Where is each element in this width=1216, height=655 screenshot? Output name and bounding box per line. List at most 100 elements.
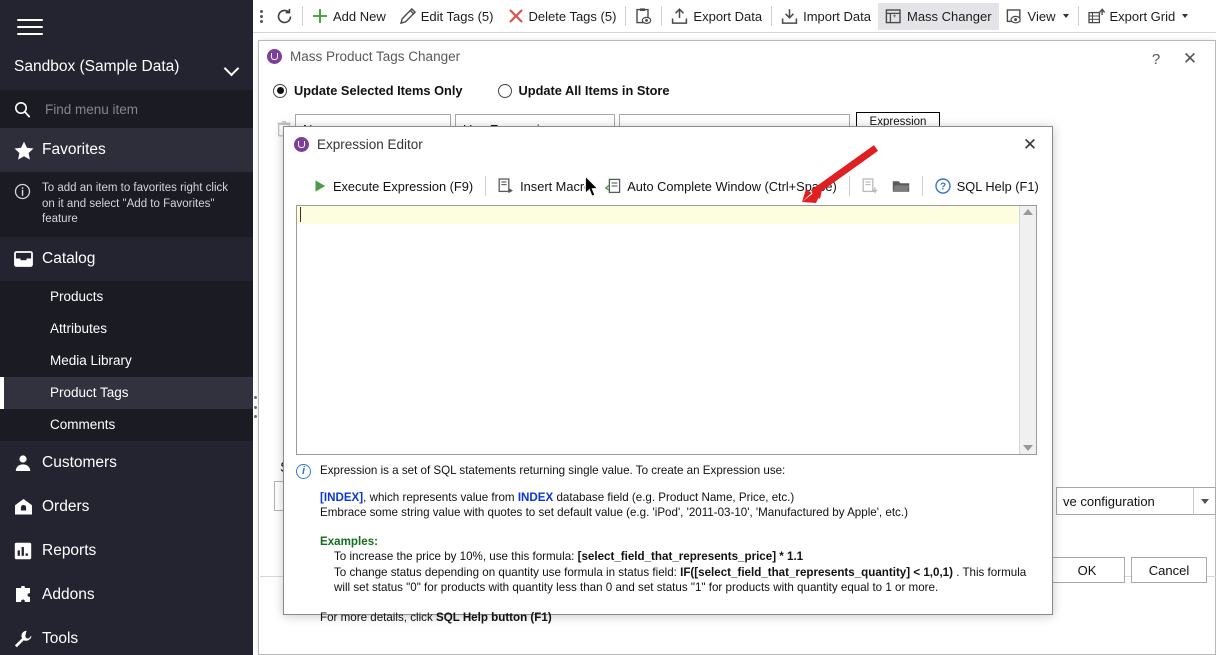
execute-expression-label: Execute Expression (F9) bbox=[333, 179, 473, 194]
view-button[interactable]: View bbox=[999, 3, 1076, 30]
sidebar: Sandbox (Sample Data) Favorites To add a… bbox=[0, 0, 253, 655]
text-caret bbox=[300, 207, 301, 222]
help-line-3: Embrace some string value with quotes to… bbox=[320, 505, 1041, 520]
open-file-button[interactable] bbox=[885, 173, 917, 199]
sidebar-item-product-tags[interactable]: Product Tags bbox=[0, 377, 253, 409]
delete-tags-button[interactable]: Delete Tags (5) bbox=[501, 3, 624, 30]
sidebar-item-tools[interactable]: Tools bbox=[0, 617, 253, 655]
expression-editor-dialog: Expression Editor ✕ Execute Expression (… bbox=[283, 126, 1053, 615]
sidebar-item-addons[interactable]: Addons bbox=[0, 573, 253, 617]
index-token: [INDEX] bbox=[320, 491, 363, 504]
expression-code-editor[interactable] bbox=[296, 205, 1037, 455]
sidebar-item-products[interactable]: Products bbox=[0, 281, 253, 313]
expression-help-text: i Expression is a set of SQL statements … bbox=[296, 463, 1041, 626]
radio-icon-all[interactable] bbox=[498, 84, 512, 98]
import-data-label: Import Data bbox=[803, 9, 871, 24]
sql-help-label: SQL Help (F1) bbox=[957, 179, 1039, 194]
insert-macro-button[interactable]: Insert Macro bbox=[491, 173, 598, 199]
sidebar-resize-handle[interactable] bbox=[254, 396, 259, 418]
sidebar-item-label: Products bbox=[50, 289, 103, 304]
sidebar-item-comments[interactable]: Comments bbox=[0, 409, 253, 441]
help-index-line: [INDEX], which represents value from IND… bbox=[320, 490, 1041, 505]
edit-tags-button[interactable]: Edit Tags (5) bbox=[393, 3, 501, 30]
current-line-highlight bbox=[297, 206, 1019, 224]
chevron-down-icon[interactable] bbox=[1193, 488, 1215, 514]
favorites-hint: To add an item to favorites right click … bbox=[0, 172, 253, 237]
wrench-icon bbox=[14, 630, 42, 648]
edit-tags-label: Edit Tags (5) bbox=[421, 9, 494, 24]
toolbar-separator bbox=[661, 6, 662, 26]
search-input[interactable] bbox=[43, 101, 239, 118]
insert-macro-icon bbox=[498, 178, 514, 194]
radio-update-selected[interactable]: Update Selected Items Only bbox=[273, 83, 463, 98]
import-data-button[interactable]: Import Data bbox=[774, 3, 878, 30]
app-logo-icon bbox=[294, 137, 309, 152]
close-button[interactable]: ✕ bbox=[1179, 49, 1201, 69]
sidebar-item-label: Customers bbox=[42, 454, 117, 472]
scroll-up-icon[interactable] bbox=[1023, 209, 1033, 215]
insert-macro-label: Insert Macro bbox=[520, 179, 591, 194]
scroll-down-icon[interactable] bbox=[1023, 445, 1033, 451]
sidebar-item-label: Tools bbox=[42, 630, 78, 648]
import-icon bbox=[781, 8, 798, 25]
main-area: Add New Edit Tags (5) Delete Tags (5) bbox=[253, 0, 1216, 655]
radio-icon-selected[interactable] bbox=[273, 84, 287, 98]
preview-button[interactable] bbox=[628, 3, 659, 30]
sidebar-item-customers[interactable]: Customers bbox=[0, 441, 253, 485]
store-selector[interactable]: Sandbox (Sample Data) bbox=[0, 48, 253, 86]
sql-help-button[interactable]: ? SQL Help (F1) bbox=[928, 173, 1046, 199]
example-2: To change status depending on quantity u… bbox=[320, 565, 1041, 596]
expression-code-area[interactable] bbox=[297, 206, 1019, 454]
hamburger-menu-icon[interactable] bbox=[14, 10, 46, 38]
example-1-pre: To increase the price by 10%, use this f… bbox=[334, 550, 578, 563]
toolbar-overflow-icon[interactable] bbox=[257, 10, 269, 23]
editor-scrollbar[interactable] bbox=[1019, 206, 1036, 454]
toolbar-separator bbox=[485, 176, 486, 196]
puzzle-icon bbox=[14, 586, 42, 604]
save-to-file-button[interactable] bbox=[855, 173, 885, 199]
menu-search[interactable] bbox=[0, 90, 253, 128]
export-grid-icon bbox=[1088, 8, 1105, 25]
save-configuration-select[interactable]: ve configuration bbox=[1056, 487, 1216, 515]
sidebar-item-favorites[interactable]: Favorites bbox=[0, 128, 253, 172]
sidebar-item-reports[interactable]: Reports bbox=[0, 529, 253, 573]
mass-changer-button[interactable]: * Mass Changer bbox=[878, 3, 999, 30]
mass-changer-label: Mass Changer bbox=[907, 9, 992, 24]
cancel-button[interactable]: Cancel bbox=[1131, 557, 1207, 583]
sidebar-item-label: Reports bbox=[42, 542, 96, 560]
execute-expression-button[interactable]: Execute Expression (F9) bbox=[306, 173, 480, 199]
chevron-down-icon bbox=[1182, 14, 1188, 18]
mass-changer-title-bar: Mass Product Tags Changer bbox=[259, 41, 1215, 71]
close-button[interactable]: ✕ bbox=[1018, 134, 1042, 156]
expression-editor-toolbar: Execute Expression (F9) Insert Macro Aut… bbox=[306, 170, 1052, 202]
export-data-button[interactable]: Export Data bbox=[664, 3, 769, 30]
sidebar-item-label: Addons bbox=[42, 586, 95, 604]
sidebar-item-media-library[interactable]: Media Library bbox=[0, 345, 253, 377]
reports-icon bbox=[14, 542, 42, 560]
sidebar-item-orders[interactable]: Orders bbox=[0, 485, 253, 529]
sidebar-item-catalog[interactable]: Catalog bbox=[0, 237, 253, 281]
more-details-link: SQL Help button (F1) bbox=[436, 611, 552, 624]
auto-complete-window-button[interactable]: Auto Complete Window (Ctrl+Space) bbox=[598, 173, 843, 199]
search-icon bbox=[14, 101, 31, 118]
index-rest-b: database field (e.g. Product Name, Price… bbox=[553, 491, 794, 504]
radio-update-all[interactable]: Update All Items in Store bbox=[498, 83, 670, 98]
star-icon bbox=[14, 141, 42, 160]
help-line-1: Expression is a set of SQL statements re… bbox=[320, 463, 785, 478]
sidebar-item-label: Catalog bbox=[42, 250, 95, 268]
export-grid-label: Export Grid bbox=[1110, 9, 1176, 24]
add-new-label: Add New bbox=[333, 9, 386, 24]
help-button[interactable]: ? bbox=[1145, 49, 1167, 69]
auto-complete-window-label: Auto Complete Window (Ctrl+Space) bbox=[627, 179, 836, 194]
ok-button[interactable]: OK bbox=[1049, 557, 1125, 583]
sidebar-item-attributes[interactable]: Attributes bbox=[0, 313, 253, 345]
index-rest-a: , which represents value from bbox=[363, 491, 518, 504]
export-icon bbox=[671, 8, 688, 25]
main-toolbar: Add New Edit Tags (5) Delete Tags (5) bbox=[253, 0, 1216, 33]
favorites-hint-text: To add an item to favorites right click … bbox=[42, 181, 239, 228]
export-grid-button[interactable]: Export Grid bbox=[1081, 3, 1196, 30]
refresh-button[interactable] bbox=[269, 3, 300, 30]
add-new-button[interactable]: Add New bbox=[305, 3, 393, 30]
more-details-pre: For more details, click bbox=[320, 611, 436, 624]
expression-editor-title-bar: Expression Editor bbox=[284, 131, 1052, 158]
